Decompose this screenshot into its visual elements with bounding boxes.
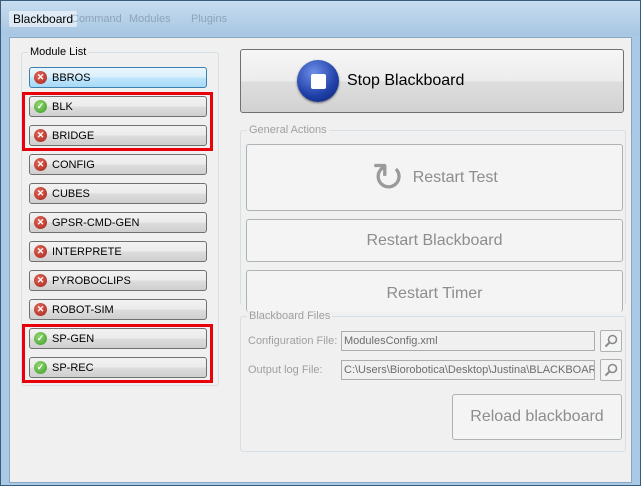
stop-blackboard-label: Stop Blackboard: [347, 72, 465, 89]
module-button-pyroboclips[interactable]: ✕ PYROBOCLIPS: [29, 270, 207, 291]
error-icon: ✕: [34, 158, 47, 171]
output-log-file-label: Output log File:: [248, 364, 323, 376]
restart-timer-label: Restart Timer: [386, 285, 483, 302]
module-label: GPSR-CMD-GEN: [52, 216, 140, 229]
stop-icon: [297, 60, 339, 102]
highlight-box-sp-gen-rec: [22, 324, 213, 383]
restart-blackboard-button[interactable]: Restart Blackboard: [246, 219, 623, 262]
menu-ghost-plugins: Plugins: [191, 13, 228, 25]
magnifier-icon: [604, 363, 618, 377]
window-title: Blackboard: [9, 11, 78, 27]
module-button-robot-sim[interactable]: ✕ ROBOT-SIM: [29, 299, 207, 320]
module-label: INTERPRETE: [52, 245, 122, 258]
module-label: ROBOT-SIM: [52, 303, 114, 316]
module-button-gpsr-cmd-gen[interactable]: ✕ GPSR-CMD-GEN: [29, 212, 207, 233]
module-button-bbros[interactable]: ✕ BBROS: [29, 67, 207, 88]
configuration-file-field[interactable]: ModulesConfig.xml: [341, 331, 595, 351]
title-bar[interactable]: Blackboard Command Modules Plugins: [1, 1, 640, 35]
module-label: BBROS: [52, 71, 91, 84]
error-icon: ✕: [34, 216, 47, 229]
configuration-file-label: Configuration File:: [248, 335, 338, 347]
restart-icon: ↻: [371, 155, 405, 200]
error-icon: ✕: [34, 274, 47, 287]
app-window: Blackboard Command Modules Plugins Modul…: [0, 0, 641, 486]
menu-ghost-command: Command: [71, 13, 122, 25]
general-actions-legend: General Actions: [249, 124, 327, 136]
client-area: Module List ✕ BBROS ✓ BLK ✕ BRIDGE ✕ CON…: [9, 37, 632, 483]
module-button-cubes[interactable]: ✕ CUBES: [29, 183, 207, 204]
error-icon: ✕: [34, 187, 47, 200]
browse-config-button[interactable]: [600, 330, 622, 352]
magnifier-icon: [604, 334, 618, 348]
output-log-file-field[interactable]: C:\Users\Biorobotica\Desktop\Justina\BLA…: [341, 360, 595, 380]
error-icon: ✕: [34, 303, 47, 316]
restart-blackboard-label: Restart Blackboard: [366, 231, 503, 249]
restart-test-button[interactable]: ↻ Restart Test: [246, 144, 623, 211]
error-icon: ✕: [34, 71, 47, 84]
module-list-legend: Module List: [30, 46, 87, 58]
browse-log-button[interactable]: [600, 359, 622, 381]
error-icon: ✕: [34, 245, 47, 258]
module-button-config[interactable]: ✕ CONFIG: [29, 154, 207, 175]
restart-test-label: Restart Test: [412, 168, 498, 186]
module-button-interprete[interactable]: ✕ INTERPRETE: [29, 241, 207, 262]
restart-timer-button[interactable]: Restart Timer: [246, 270, 623, 312]
stop-blackboard-button[interactable]: Stop Blackboard: [240, 49, 624, 113]
module-label: CONFIG: [52, 158, 95, 171]
reload-blackboard-button[interactable]: Reload blackboard: [452, 394, 622, 440]
menu-ghost-modules: Modules: [129, 13, 171, 25]
highlight-box-blk-bridge: [22, 92, 213, 151]
blackboard-files-legend: Blackboard Files: [249, 310, 331, 322]
module-label: PYROBOCLIPS: [52, 274, 131, 287]
module-label: CUBES: [52, 187, 90, 200]
reload-blackboard-label: Reload blackboard: [470, 408, 604, 425]
